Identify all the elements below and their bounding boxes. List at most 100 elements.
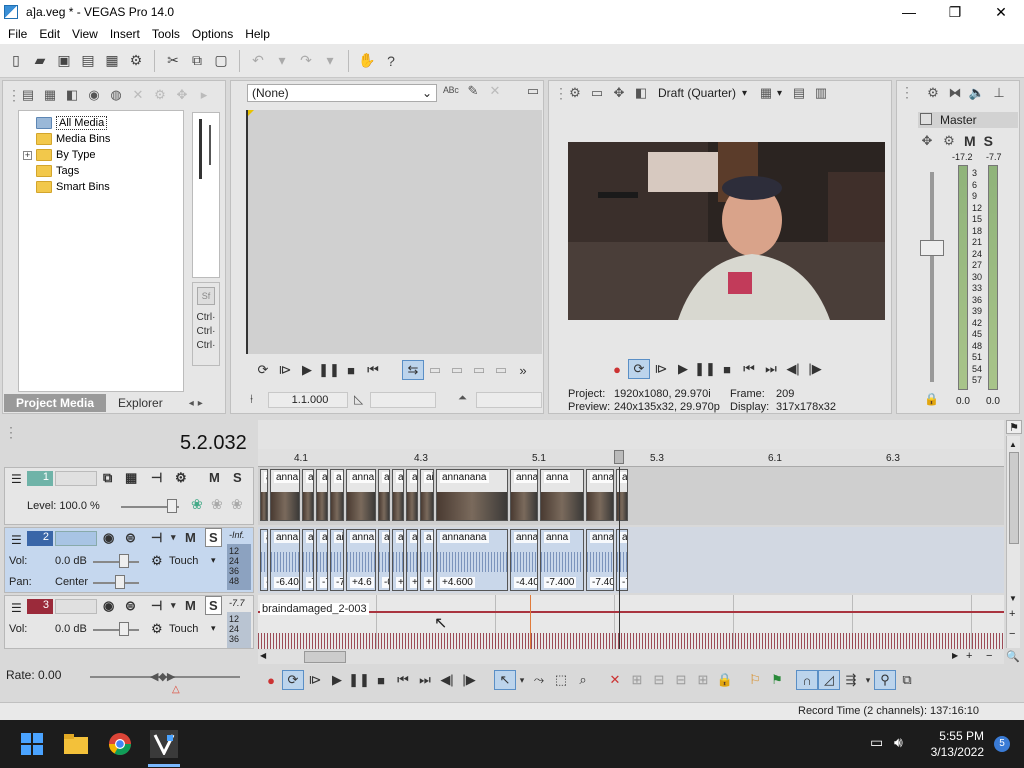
insert-region-icon[interactable]: ⚑ [766,670,788,690]
video-event[interactable]: anna [586,469,614,521]
video-event[interactable]: anna [510,469,538,521]
tree-item-media-bins[interactable]: Media Bins [23,131,183,147]
audio-event[interactable]: annanana +4.600 [436,529,508,591]
trim-end-icon[interactable]: ⊟ [670,670,692,690]
record-icon[interactable]: ● [606,359,628,379]
overlays-icon[interactable]: ◧ [632,84,650,102]
previous-frame-icon[interactable]: ◀| [436,670,458,690]
chevron-down-icon[interactable]: ▾ [862,670,874,690]
menu-edit[interactable]: Edit [33,27,66,41]
selection-tool-icon[interactable]: ⬚ [550,670,572,690]
previous-frame-icon[interactable]: ◀| [782,359,804,379]
external-monitor-icon[interactable]: ▭ [588,84,606,102]
ignore-grouping-icon[interactable]: ⧉ [896,670,918,690]
menu-options[interactable]: Options [186,27,239,41]
go-to-start-icon[interactable]: ⏮ [392,670,414,690]
master-fader-knob[interactable] [920,240,944,256]
zoom-edit-tool-icon[interactable]: ⌕ [572,670,594,690]
track-header-2[interactable]: ☰ 2 ◉ ⊜ ⊣ ▾ M S -Inf. Vol: 0.0 dB ⚙ Touc… [4,527,254,593]
video-event[interactable]: a [378,469,390,521]
network-icon[interactable]: ▭ [870,734,883,751]
get-media-icon[interactable]: ◧ [63,86,81,104]
cut-icon[interactable]: ✂ [163,51,183,71]
add-after-icon[interactable]: ▭ [468,360,490,380]
minimize-button[interactable]: — [886,0,932,24]
web-media-icon[interactable]: ◍ [107,86,125,104]
close-button[interactable]: ✕ [978,0,1024,24]
copy-icon[interactable]: ⧉ [187,51,207,71]
audio-event[interactable]: a -7 [616,529,628,591]
track-settings-gear-icon[interactable]: ⚙ [175,470,187,486]
audio-event[interactable]: a + [420,529,434,591]
lock-icon[interactable]: 🔒 [924,392,939,406]
spell-check-icon[interactable]: ᴬᴮᶜ [442,82,460,100]
track-solo-button-2[interactable]: S [205,528,222,547]
play-from-start-icon[interactable]: ⧐ [274,360,296,380]
trimmer-remove-icon[interactable]: ✕ [486,82,504,100]
video-event[interactable]: a [260,469,268,521]
timeline-vertical-scrollbar[interactable]: ▲ ▼ + − [1006,436,1020,648]
track-collapse-icon[interactable]: ☰ [11,533,22,547]
go-to-end-icon[interactable]: ⏭ [760,359,782,379]
pan-slider-knob[interactable] [115,575,125,589]
audio-track-lane-3[interactable]: braindamaged_2-003 ↖ [258,595,1004,649]
scroll-left-icon[interactable]: ◀ [260,651,266,660]
tab-explorer[interactable]: Explorer [106,394,175,412]
save-snapshot-icon[interactable]: ▥ [812,84,830,102]
downmix-icon[interactable]: ⧓ [946,84,964,102]
paste-icon[interactable]: ▢ [211,51,231,71]
rate-slider-knob[interactable]: ◀◆▶ [150,670,175,683]
media-fx-stamp-icon[interactable]: Sf [197,287,215,305]
audio-event[interactable]: a- [260,529,268,591]
track-mute-button-1[interactable]: M [209,470,220,485]
scroll-thumb[interactable] [1009,452,1019,544]
media-fx-icon[interactable]: ⚙ [151,86,169,104]
loop-playback-icon[interactable]: ⟳ [282,670,304,690]
volume-icon[interactable]: 🔊︎ [894,734,903,751]
trimmer-length-field[interactable] [370,392,436,408]
copy-snapshot-icon[interactable]: ▤ [790,84,808,102]
video-event[interactable]: a [302,469,314,521]
stop-icon[interactable]: ■ [370,670,392,690]
remove-icon[interactable]: ✕ [129,86,147,104]
audio-event[interactable]: anna -4.40 [510,529,538,591]
timeline-timecode[interactable]: 5.2.032 [180,432,247,455]
properties-gear-icon[interactable]: ⚙ [126,51,146,71]
track-header-3[interactable]: ☰ 3 ◉ ⊜ ⊣ ▾ M S -7.7 Vol: 0.0 dB ⚙ Touch… [4,595,254,649]
add-before-icon[interactable]: ▭ [446,360,468,380]
video-event[interactable]: a [316,469,328,521]
chevron-down-icon[interactable]: ▾ [777,88,782,99]
tab-scroll-right-icon[interactable]: ▸ [198,398,203,409]
master-solo-button[interactable]: S [984,133,993,149]
menu-tools[interactable]: Tools [146,27,186,41]
tab-scroll-left-icon[interactable]: ◂ [189,398,194,409]
play-icon[interactable]: ▶ [672,359,694,379]
trimmer-edit-icon[interactable]: ✎ [464,82,482,100]
scroll-down-icon[interactable]: ▼ [1009,594,1017,603]
zoom-in-horizontal-icon[interactable]: + [966,650,972,662]
play-from-start-icon[interactable]: ⧐ [650,359,672,379]
arm-record-icon[interactable]: ◉ [103,530,114,546]
audio-event[interactable]: a -7 [316,529,328,591]
render-icon[interactable]: ▦ [102,51,122,71]
audio-event[interactable]: ai -7 [330,529,344,591]
preview-properties-icon[interactable]: ⚙ [566,84,584,102]
video-event[interactable]: anna [346,469,376,521]
preview-quality-select[interactable]: Draft (Quarter) [658,86,736,100]
new-project-icon[interactable]: ▯ [6,51,26,71]
speaker-icon[interactable]: 🔈 [968,84,986,102]
level-slider-knob[interactable] [167,499,177,513]
snapping-magnet-icon[interactable]: ∩ [796,670,818,690]
panel-grip-icon[interactable]: ⋮ [7,87,21,104]
pause-icon[interactable]: ❚❚ [694,359,716,379]
loop-playback-icon[interactable]: ⟳ [252,360,274,380]
capture-video-icon[interactable]: ▦ [41,86,59,104]
trimmer-view-icon[interactable]: ▭ [524,82,542,100]
chevron-down-icon[interactable]: ▾ [211,555,216,566]
zoom-out-vertical-icon[interactable]: − [1009,628,1015,640]
chevron-down-icon[interactable]: ▾ [742,88,747,99]
track-name-field-2[interactable] [55,531,97,546]
undo-icon[interactable]: ↶ [248,51,268,71]
tree-item-all-media[interactable]: All Media [23,115,183,131]
lock-event-icon[interactable]: 🔒 [714,670,736,690]
